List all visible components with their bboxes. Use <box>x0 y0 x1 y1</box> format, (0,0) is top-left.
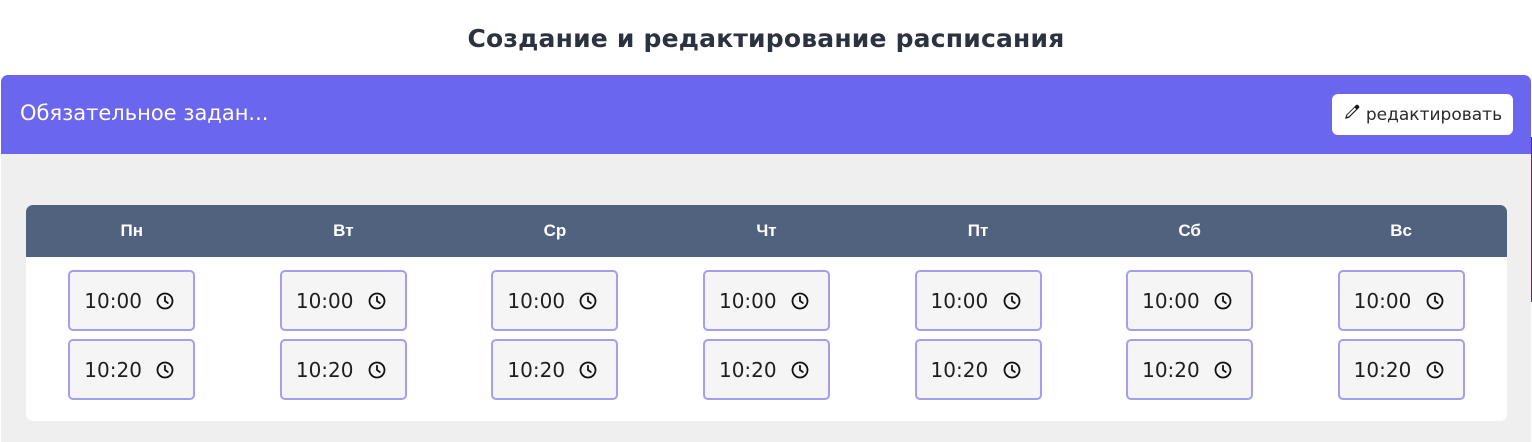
time-input[interactable]: 10:00 <box>279 270 407 331</box>
day-column: 10:00 10:20 <box>661 257 873 400</box>
day-column: 10:00 10:20 <box>449 257 661 400</box>
time-input[interactable]: 10:20 <box>1126 339 1254 400</box>
clock-icon[interactable] <box>1425 360 1445 380</box>
clock-icon[interactable] <box>155 360 175 380</box>
card-header: Обязательное задан... редактировать <box>1 75 1531 154</box>
day-column: 10:00 10:20 <box>872 257 1084 400</box>
clock-icon[interactable] <box>1213 360 1233 380</box>
clock-icon[interactable] <box>578 360 598 380</box>
time-input[interactable]: 10:20 <box>68 339 196 400</box>
schedule-table: Пн Вт Ср Чт Пт Сб Вс 10:00 10:20 10:00 1… <box>26 205 1507 421</box>
time-input[interactable]: 10:00 <box>702 270 830 331</box>
time-input[interactable]: 10:00 <box>1126 270 1254 331</box>
edit-button-label: редактировать <box>1365 104 1503 125</box>
time-value: 10:00 <box>507 288 566 313</box>
time-input[interactable]: 10:20 <box>914 339 1042 400</box>
clock-icon[interactable] <box>367 291 387 311</box>
time-value: 10:20 <box>1353 357 1412 382</box>
clock-icon[interactable] <box>790 291 810 311</box>
time-value: 10:20 <box>84 357 142 382</box>
task-title: Обязательное задан... <box>20 101 269 125</box>
time-value: 10:00 <box>718 288 777 313</box>
clock-icon[interactable] <box>1213 291 1233 311</box>
day-label: Вт <box>333 221 354 240</box>
day-label: Пн <box>120 221 144 240</box>
time-input[interactable]: 10:00 <box>491 270 619 331</box>
time-value: 10:00 <box>930 288 989 313</box>
schedule-card: Обязательное задан... редактировать Пн В… <box>1 75 1531 442</box>
day-label: Вс <box>1390 221 1413 240</box>
time-input[interactable]: 10:20 <box>491 339 619 400</box>
time-value: 10:20 <box>507 357 566 382</box>
day-column: 10:00 10:20 <box>1295 257 1507 400</box>
time-value: 10:20 <box>718 357 777 382</box>
time-input[interactable]: 10:20 <box>702 339 830 400</box>
pencil-icon <box>1343 104 1360 126</box>
time-input[interactable]: 10:00 <box>914 270 1042 331</box>
time-value: 10:00 <box>1142 288 1200 313</box>
day-column: 10:00 10:20 <box>1084 257 1296 400</box>
day-label: Ср <box>543 221 567 240</box>
time-input[interactable]: 10:00 <box>68 270 196 331</box>
day-label: Чт <box>756 221 777 240</box>
time-value: 10:00 <box>84 288 142 313</box>
days-header: Пн Вт Ср Чт Пт Сб Вс <box>26 205 1507 257</box>
clock-icon[interactable] <box>367 360 387 380</box>
edit-button[interactable]: редактировать <box>1332 94 1513 135</box>
day-column: 10:00 10:20 <box>238 257 450 400</box>
time-input[interactable]: 10:20 <box>1337 339 1465 400</box>
time-value: 10:00 <box>1353 288 1412 313</box>
day-column: 10:00 10:20 <box>26 257 238 400</box>
time-value: 10:20 <box>295 357 354 382</box>
time-value: 10:00 <box>295 288 354 313</box>
clock-icon[interactable] <box>1002 360 1022 380</box>
time-columns: 10:00 10:20 10:00 10:20 10:00 10:20 10:0… <box>26 257 1507 400</box>
clock-icon[interactable] <box>1002 291 1022 311</box>
time-input[interactable]: 10:20 <box>279 339 407 400</box>
clock-icon[interactable] <box>155 291 175 311</box>
time-input[interactable]: 10:00 <box>1337 270 1465 331</box>
clock-icon[interactable] <box>790 360 810 380</box>
page-title: Создание и редактирование расписания <box>467 24 1065 53</box>
clock-icon[interactable] <box>1425 291 1445 311</box>
clock-icon[interactable] <box>578 291 598 311</box>
day-label: Сб <box>1178 221 1201 240</box>
time-value: 10:20 <box>930 357 989 382</box>
time-value: 10:20 <box>1142 357 1200 382</box>
day-label: Пт <box>967 221 989 240</box>
